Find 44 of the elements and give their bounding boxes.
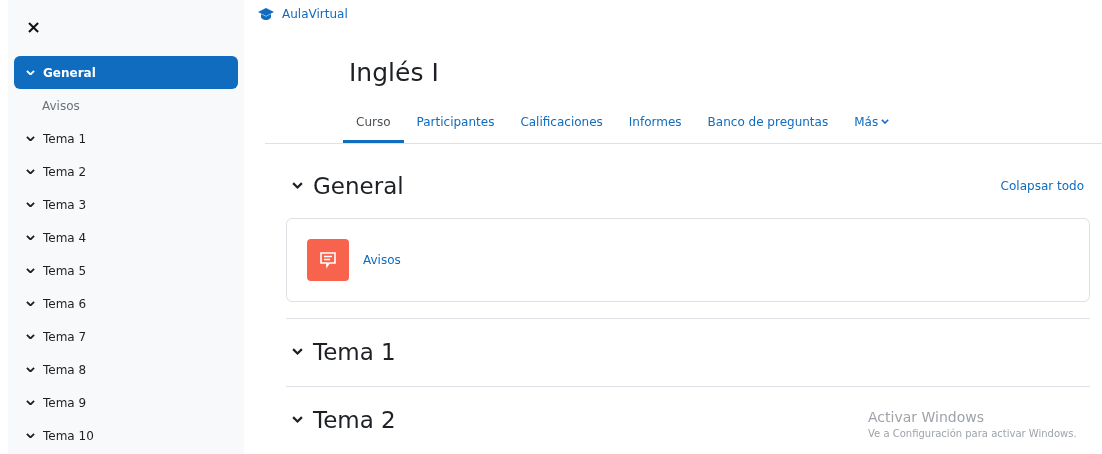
collapse-all-link[interactable]: Colapsar todo [1000, 179, 1090, 193]
nav-tab[interactable]: Informes [615, 103, 695, 143]
course-index-item[interactable]: Tema 8 [14, 353, 238, 386]
activation-title: Activar Windows [868, 409, 985, 425]
chevron-down-icon [26, 432, 35, 439]
course-index-item[interactable]: Tema 6 [14, 287, 238, 320]
course-index-item[interactable]: Avisos [14, 89, 238, 122]
activation-text: Ve a Configuración para activar Windows. [868, 428, 1077, 439]
course-index-item[interactable]: Tema 3 [14, 188, 238, 221]
nav-tab[interactable]: Participantes [403, 103, 508, 143]
chevron-down-icon [26, 201, 35, 208]
chevron-down-icon [26, 399, 35, 406]
course-index-item[interactable]: Tema 1 [14, 122, 238, 155]
graduation-cap-icon [258, 7, 274, 20]
course-title: Inglés I [349, 57, 440, 89]
course-index-item[interactable]: Tema 4 [14, 221, 238, 254]
chevron-down-icon [292, 182, 303, 190]
forum-icon [307, 239, 349, 281]
chevron-down-icon [26, 69, 35, 76]
course-index-item[interactable]: Tema 10 [14, 419, 238, 452]
chevron-down-icon [26, 333, 35, 340]
chevron-down-icon [26, 267, 35, 274]
course-index-item[interactable]: Tema 7 [14, 320, 238, 353]
nav-tab[interactable]: Banco de preguntas [694, 103, 842, 143]
brand-link[interactable]: AulaVirtual [282, 6, 348, 21]
chevron-down-icon [26, 234, 35, 241]
chevron-down-icon [26, 366, 35, 373]
course-index-item[interactable]: General [14, 56, 238, 89]
nav-tab[interactable]: Calificaciones [507, 103, 616, 143]
chevron-down-icon [292, 416, 303, 424]
activity-link[interactable]: Avisos [363, 253, 407, 267]
chevron-down-icon [26, 300, 35, 307]
course-index-item[interactable]: Tema 2 [14, 155, 238, 188]
chevron-down-icon [26, 168, 35, 175]
course-index-item[interactable]: Tema 9 [14, 386, 238, 419]
nav-tab[interactable]: Curso [343, 103, 404, 143]
nav-tab[interactable]: Más [841, 103, 903, 143]
course-index-item[interactable]: Tema 5 [14, 254, 238, 287]
chevron-down-icon [26, 135, 35, 142]
section-title[interactable]: Tema 2 [313, 407, 396, 433]
section-title[interactable]: General [313, 173, 404, 199]
close-button[interactable]: × [26, 18, 38, 36]
chevron-down-icon [292, 348, 303, 356]
section-title[interactable]: Tema 1 [313, 339, 396, 365]
